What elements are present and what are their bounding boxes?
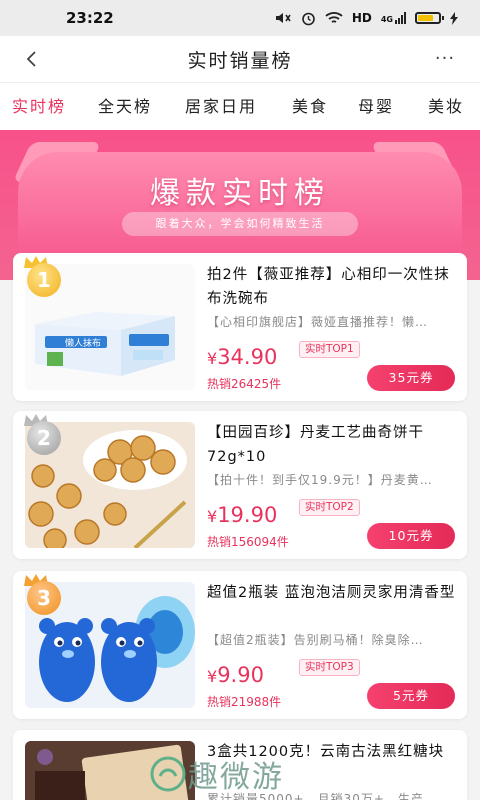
top-rank-tag: 实时TOP3 [299, 659, 360, 676]
sold-count: 热销156094件 [207, 535, 289, 549]
sold-count: 热销21988件 [207, 695, 282, 709]
tab-food[interactable]: 美食 [292, 83, 328, 131]
tab-household[interactable]: 居家日用 [185, 83, 257, 131]
alarm-icon [302, 12, 315, 25]
banner-tagline: 跟着大众，学会如何精致生活 [122, 212, 358, 236]
currency-symbol: ¥ [207, 349, 218, 368]
rank-number: 2 [27, 421, 61, 455]
top-rank-tag: 实时TOP2 [299, 499, 360, 516]
rank-badge-3: 3 [23, 573, 63, 617]
wipe-box-label: 懒人抹布 [65, 337, 101, 349]
signal-label: 4G [380, 15, 393, 24]
battery-level [418, 15, 433, 21]
banner-headline: 爆款实时榜 [150, 176, 330, 211]
product-price: ¥34.90 [207, 345, 277, 369]
product-desc: 【拍十件！到手仅19.9元！】丹麦黄… [207, 473, 433, 487]
product-card-1[interactable]: 1 懒人抹布 拍2件【薇亚推荐】心相印一次性抹布洗碗布 【心相印旗舰店】薇娅直播… [13, 253, 467, 401]
status-bar: 23:22 HD 4G [0, 0, 480, 36]
coupon-button[interactable]: 10元券 [367, 523, 455, 549]
signal-icon: 4G [381, 12, 406, 24]
product-price: ¥9.90 [207, 663, 264, 687]
status-time: 23:22 [66, 9, 114, 27]
coupon-button[interactable]: 35元券 [367, 365, 455, 391]
watermark: 趣微游 [148, 750, 348, 800]
tab-realtime[interactable]: 实时榜 [12, 83, 66, 131]
page-title: 实时销量榜 [187, 49, 293, 72]
network-type-label: HD [351, 11, 372, 25]
more-button[interactable]: ··· [430, 44, 460, 74]
product-desc: 【超值2瓶装】告别刷马桶！除臭除… [207, 633, 424, 647]
battery-icon [415, 12, 444, 24]
mute-icon [275, 13, 291, 23]
rank-number: 1 [27, 263, 61, 297]
coupon-button[interactable]: 5元券 [367, 683, 455, 709]
wifi-icon [325, 12, 343, 23]
product-title: 拍2件【薇亚推荐】心相印一次性抹布洗碗布 [207, 267, 450, 307]
product-card-2[interactable]: 2 【田园百珍】丹麦工艺曲奇饼干72g*10 【拍十件！到手仅19.9元！】丹麦… [13, 411, 467, 559]
price-value: 19.90 [217, 503, 278, 527]
price-value: 9.90 [217, 663, 264, 687]
nav-bar: 实时销量榜 ··· [0, 36, 480, 82]
watermark-logo-icon [150, 756, 186, 792]
product-desc: 【心相印旗舰店】薇娅直播推荐！懒… [207, 315, 429, 329]
rank-badge-2: 2 [23, 413, 63, 457]
status-icons: HD 4G [274, 11, 458, 26]
chevron-left-icon [26, 51, 36, 67]
top-rank-tag: 实时TOP1 [299, 341, 360, 358]
product-card-3[interactable]: 3 超值2瓶装 蓝泡泡洁厕灵家用清香型 【超值2瓶装】告别刷马桶！除臭除… ¥9… [13, 571, 467, 719]
tab-baby[interactable]: 母婴 [358, 83, 394, 131]
rank-number: 3 [27, 581, 61, 615]
watermark-text: 趣微游 [188, 760, 284, 795]
more-dots-icon: ··· [434, 48, 456, 69]
product-price: ¥19.90 [207, 503, 277, 527]
charging-icon [450, 11, 458, 25]
tab-all-day[interactable]: 全天榜 [98, 83, 152, 131]
category-tabs: 实时榜 全天榜 居家日用 美食 母婴 美妆 [0, 82, 480, 130]
back-button[interactable] [18, 44, 48, 74]
rank-badge-1: 1 [23, 255, 63, 299]
tab-beauty[interactable]: 美妆 [428, 83, 464, 131]
sold-count: 热销26425件 [207, 377, 282, 391]
price-value: 34.90 [217, 345, 278, 369]
currency-symbol: ¥ [207, 507, 218, 526]
product-title: 超值2瓶装 蓝泡泡洁厕灵家用清香型 [207, 585, 456, 601]
currency-symbol: ¥ [207, 667, 218, 686]
product-title: 【田园百珍】丹麦工艺曲奇饼干72g*10 [207, 425, 424, 465]
